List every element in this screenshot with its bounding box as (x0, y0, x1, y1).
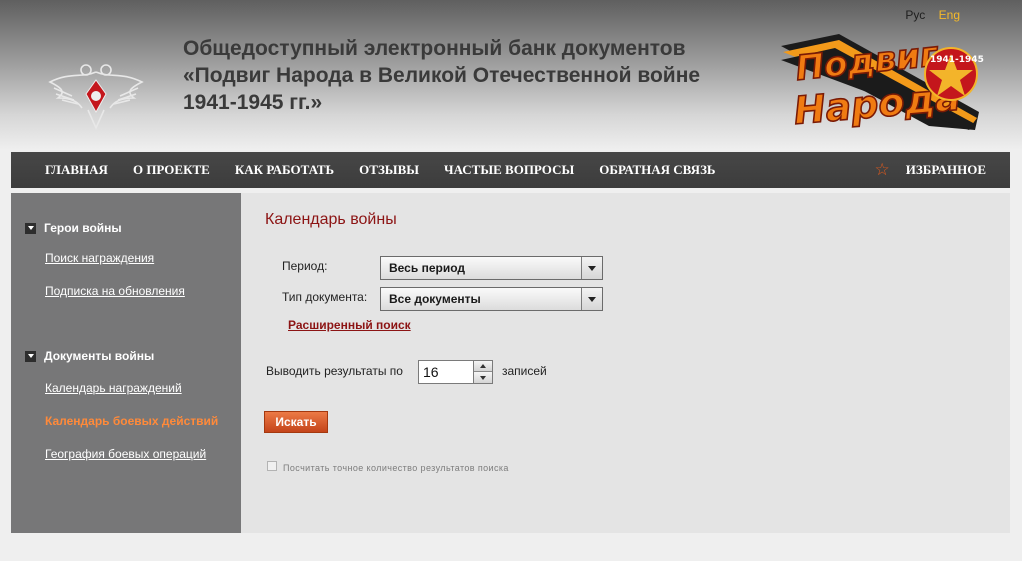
period-label: Период: (282, 259, 328, 273)
title-line-2: «Подвиг Народа в Великой Отечественной в… (183, 64, 701, 87)
nav-how-to[interactable]: КАК РАБОТАТЬ (235, 162, 334, 178)
collapse-triangle-icon (25, 222, 36, 234)
sidebar-link-battle-calendar[interactable]: Календарь боевых действий (45, 414, 218, 428)
star-icon: ☆ (874, 160, 890, 179)
main-content: Календарь войны Период: Весь период Тип … (241, 193, 1010, 533)
page-title: Календарь войны (265, 211, 397, 228)
main-nav: ГЛАВНАЯ О ПРОЕКТЕ КАК РАБОТАТЬ ОТЗЫВЫ ЧА… (11, 152, 1010, 188)
nav-about[interactable]: О ПРОЕКТЕ (133, 162, 210, 178)
logo-badge-years: 1941-1945 (930, 55, 984, 65)
language-switcher: Рус Eng (895, 8, 960, 22)
lang-ru-link[interactable]: Рус (905, 8, 925, 22)
exact-count-label: Посчитать точное количество результатов … (283, 463, 509, 473)
nav-feedback[interactable]: ОБРАТНАЯ СВЯЗЬ (599, 162, 715, 178)
sidebar-heading-heroes[interactable]: Герои войны (25, 221, 122, 235)
title-line-3: 1941-1945 гг.» (183, 91, 323, 114)
sidebar-link-award-search[interactable]: Поиск награждения (45, 251, 154, 265)
chevron-down-icon (581, 288, 602, 310)
soviet-star-badge-icon: 1941-1945 (924, 47, 984, 101)
sidebar-heading-label: Герои войны (44, 221, 122, 235)
results-per-page-stepper (474, 360, 493, 384)
podvig-naroda-logo[interactable]: Подвиг Народа 1941-1945 (779, 30, 987, 134)
stepper-up-icon[interactable] (474, 361, 492, 372)
double-eagle-emblem-icon (48, 64, 144, 130)
title-line-1: Общедоступный электронный банк документо… (183, 37, 686, 60)
sidebar-heading-documents[interactable]: Документы войны (25, 349, 154, 363)
results-per-page-input[interactable] (418, 360, 474, 384)
nav-home[interactable]: ГЛАВНАЯ (45, 162, 108, 178)
stepper-down-icon[interactable] (474, 372, 492, 383)
favorites-label: ИЗБРАННОЕ (905, 162, 986, 177)
exact-count-checkbox[interactable] (267, 461, 277, 471)
nav-reviews[interactable]: ОТЗЫВЫ (359, 162, 419, 178)
doctype-label: Тип документа: (282, 290, 368, 304)
doctype-select-value: Все документы (389, 292, 481, 306)
results-per-page-label: Выводить результаты по (266, 364, 403, 378)
collapse-triangle-icon (25, 350, 36, 362)
favorites-link[interactable]: ☆ ИЗБРАННОЕ (875, 152, 987, 188)
lang-en-link[interactable]: Eng (939, 8, 960, 22)
doctype-select[interactable]: Все документы (380, 287, 603, 311)
period-select-value: Весь период (389, 261, 465, 275)
site-title: Общедоступный электронный банк документо… (183, 35, 773, 116)
period-select[interactable]: Весь период (380, 256, 603, 280)
sidebar-link-subscribe[interactable]: Подписка на обновления (45, 284, 185, 298)
advanced-search-link[interactable]: Расширенный поиск (288, 318, 411, 332)
nav-faq[interactable]: ЧАСТЫЕ ВОПРОСЫ (444, 162, 574, 178)
sidebar-heading-label: Документы войны (44, 349, 155, 363)
sidebar: Герои войны Поиск награждения Подписка н… (11, 193, 241, 533)
search-button[interactable]: Искать (264, 411, 328, 433)
chevron-down-icon (581, 257, 602, 279)
sidebar-link-award-calendar[interactable]: Календарь награждений (45, 381, 182, 395)
sidebar-link-battle-geography[interactable]: География боевых операций (45, 447, 206, 461)
results-suffix-label: записей (502, 364, 547, 378)
